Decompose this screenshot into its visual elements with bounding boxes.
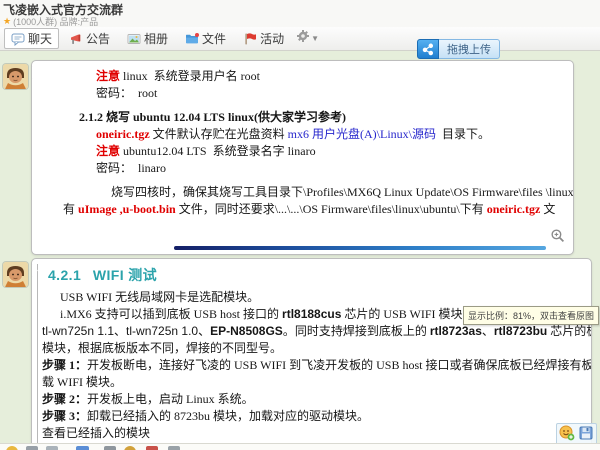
input-toolbar-icon[interactable]: [76, 446, 89, 450]
document-page-border: [37, 264, 38, 450]
qq-group-chat-window: 飞凌嵌入式官方交流群 ★ (1000人群) 品牌:产品 聊天 公告 相册: [0, 0, 600, 450]
image-scale-tooltip: 显示比例：81%，双击查看原图: [463, 306, 599, 325]
toolbar: 聊天 公告 相册 文件 活动: [0, 27, 600, 51]
window-header: 飞凌嵌入式官方交流群 ★ (1000人群) 品牌:产品: [0, 0, 600, 27]
input-toolbar-icon[interactable]: [168, 446, 180, 450]
chat-message-area: 注意 linux 系统登录用户名 root密码： root 2.1.2 烧写 ub…: [0, 50, 600, 450]
group-settings-button[interactable]: ▼: [296, 29, 319, 48]
doc-line: 步骤 1：开发板断电，连接好飞凌的 USB WIFI 到飞凌开发板的 USB h…: [42, 357, 591, 374]
input-toolbar-icon[interactable]: [26, 446, 38, 450]
doc-line: 查看已经插入的模块: [42, 425, 591, 442]
doc-line: USB WIFI 无线局域网卡是选配模块。: [60, 289, 591, 306]
doc-line: 密码： root: [96, 85, 573, 102]
doc-line: tl-wn725n 1.1、tl-wn725n 1.0、EP-N8508GS。同…: [42, 323, 591, 340]
doc-line: 步骤 2：开发板上电，启动 Linux 系统。: [42, 391, 591, 408]
share-nodes-icon: [417, 39, 439, 59]
tab-files[interactable]: 文件: [178, 28, 233, 49]
drag-upload-label: 拖拽上传: [439, 39, 500, 59]
input-toolbar-icon[interactable]: [104, 446, 116, 450]
document-image-content: 4.2.1 WIFI 测试USB WIFI 无线局域网卡是选配模块。i.MX6 …: [32, 259, 591, 442]
document-footer-rule: [174, 246, 546, 250]
tab-announcement[interactable]: 公告: [62, 28, 117, 49]
doc-line: 注意 linux 系统登录用户名 root: [96, 68, 573, 85]
folder-icon: [185, 32, 199, 46]
doc-line: 模块，根据底板版本不同，焊接的不同型号。: [42, 340, 591, 357]
message-image-1[interactable]: 注意 linux 系统登录用户名 root密码： root 2.1.2 烧写 ub…: [31, 60, 574, 255]
tab-files-label: 文件: [202, 30, 226, 47]
doc-line: 步骤 3：卸载已经插入的 8723bu 模块，加载对应的驱动模块。: [42, 408, 591, 425]
sender-avatar[interactable]: [3, 64, 28, 89]
input-toolbar-icon[interactable]: [46, 446, 58, 450]
doc-line: 4.2.1 WIFI 测试: [48, 266, 591, 286]
megaphone-icon: [69, 32, 83, 46]
tab-activity[interactable]: 活动: [236, 28, 291, 49]
chat-bubble-icon: [11, 32, 25, 46]
tab-chat[interactable]: 聊天: [4, 28, 59, 49]
gear-icon: [296, 29, 310, 48]
tab-activity-label: 活动: [260, 30, 284, 47]
tab-chat-label: 聊天: [28, 30, 52, 47]
doc-line: 注意 ubuntu12.04 LTS 系统登录名字 linaro: [96, 143, 573, 160]
zoom-in-magnifier-icon[interactable]: [550, 228, 565, 243]
input-toolbar: [0, 443, 600, 450]
sender-avatar[interactable]: [3, 262, 28, 287]
drag-upload-button[interactable]: 拖拽上传: [417, 39, 500, 59]
flag-icon: [243, 32, 257, 46]
doc-line: 密码： linaro: [96, 160, 573, 177]
input-toolbar-icon[interactable]: [146, 446, 158, 450]
message-image-2[interactable]: 4.2.1 WIFI 测试USB WIFI 无线局域网卡是选配模块。i.MX6 …: [31, 258, 592, 450]
tab-photo-album[interactable]: 相册: [120, 28, 175, 49]
doc-line: 烧写四核时，确保其烧写工具目录下\Profiles\MX6Q Linux Upd…: [111, 184, 573, 201]
doc-line: 有 uImage ,u-boot.bin 文件，同时还要求\...\...\OS…: [63, 201, 573, 218]
doc-line: oneiric.tgz 文件默认存贮在光盘资料 mx6 用户光盘(A)\Linu…: [96, 126, 573, 143]
photo-album-icon: [127, 32, 141, 46]
tab-photo-album-label: 相册: [144, 30, 168, 47]
input-toolbar-icon[interactable]: [6, 446, 18, 450]
doc-line: 2.1.2 烧写 ubuntu 12.04 LTS linux(供大家学习参考): [79, 109, 573, 126]
chevron-down-icon: ▼: [311, 34, 319, 43]
tab-announcement-label: 公告: [86, 30, 110, 47]
input-toolbar-icon[interactable]: [124, 446, 136, 450]
star-icon: ★: [3, 17, 11, 26]
doc-line: 载 WIFI 模块。: [42, 374, 591, 391]
document-image-content: 注意 linux 系统登录用户名 root密码： root 2.1.2 烧写 ub…: [32, 61, 573, 218]
